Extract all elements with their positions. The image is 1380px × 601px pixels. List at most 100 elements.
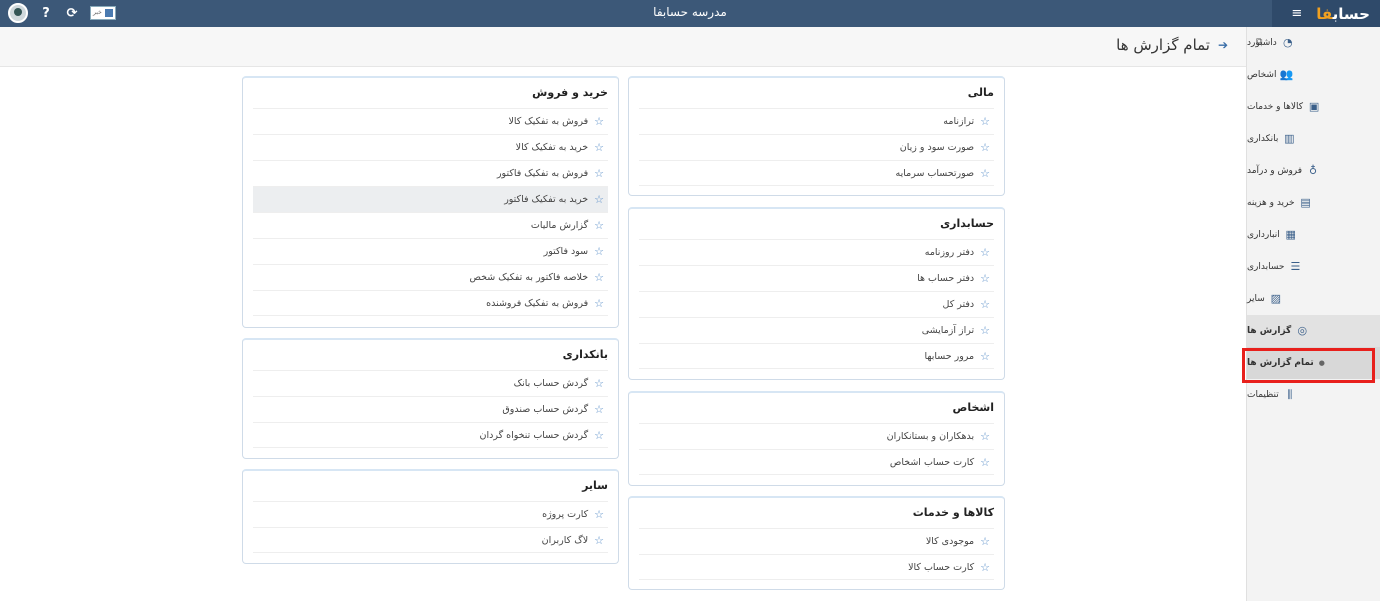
report-link[interactable]: ☆ کارت حساب کالا (639, 554, 994, 580)
report-link[interactable]: ☆ فروش به تفکیک فروشنده (253, 290, 608, 316)
sidebar-item-reports[interactable]: ◎ گزارش ها (1247, 315, 1380, 347)
report-link-label: خلاصه فاکتور به تفکیک شخص (469, 272, 589, 283)
back-arrow-icon[interactable]: ➔ (1218, 38, 1228, 52)
star-favorite-icon[interactable]: ☆ (594, 167, 604, 180)
star-favorite-icon[interactable]: ☆ (594, 271, 604, 284)
news-label: خبر (93, 9, 102, 16)
star-favorite-icon[interactable]: ☆ (980, 535, 990, 548)
star-favorite-icon[interactable]: ☆ (594, 115, 604, 128)
report-link[interactable]: ☆ گزارش مالیات (253, 212, 608, 238)
star-favorite-icon[interactable]: ☆ (980, 115, 990, 128)
sidebar-item-settings[interactable]: ⫼ تنظیمات (1247, 379, 1380, 411)
avatar[interactable] (8, 3, 28, 23)
report-link-label: بدهکاران و بستانکاران (886, 431, 975, 442)
report-link[interactable]: ☆ سود فاکتور (253, 238, 608, 264)
report-link[interactable]: ☆ مرور حسابها (639, 343, 994, 369)
news-badge[interactable]: خبر (90, 6, 116, 20)
star-favorite-icon[interactable]: ☆ (980, 298, 990, 311)
sidebar-item-dashboard[interactable]: ◔ داشبورد (1247, 27, 1380, 59)
sidebar-item-other[interactable]: ▨ سایر (1247, 283, 1380, 315)
pin-sidebar-icon[interactable]: ⧉ (1256, 37, 1262, 47)
report-link-label: فروش به تفکیک کالا (508, 116, 589, 127)
star-favorite-icon[interactable]: ☆ (594, 245, 604, 258)
star-favorite-icon[interactable]: ☆ (980, 272, 990, 285)
report-link[interactable]: ☆ صورتحساب سرمایه (639, 160, 994, 186)
report-link-label: کارت پروژه (542, 509, 589, 520)
report-link[interactable]: ☆ فروش به تفکیک فاکتور (253, 160, 608, 186)
star-favorite-icon[interactable]: ☆ (980, 430, 990, 443)
sidebar-item-label: حسابداری (1247, 262, 1285, 272)
ledger-icon: ☰ (1290, 260, 1301, 273)
sidebar-item-accounting[interactable]: ☰ حسابداری (1247, 251, 1380, 283)
report-link-label: گردش حساب تنخواه گردان (479, 429, 589, 441)
other-icon: ▨ (1270, 292, 1281, 305)
card-title: سایر (582, 479, 608, 492)
highlight-box (1242, 348, 1375, 383)
card-title: خرید و فروش (532, 86, 608, 99)
star-favorite-icon[interactable]: ☆ (980, 167, 990, 180)
star-favorite-icon[interactable]: ☆ (594, 377, 604, 390)
report-link[interactable]: ☆ خرید به تفکیک کالا (253, 134, 608, 160)
sidebar-item-label: انبارداری (1247, 230, 1280, 240)
refresh-icon[interactable]: ⟳ (64, 6, 80, 21)
star-favorite-icon[interactable]: ☆ (594, 141, 604, 154)
sidebar-item-goods[interactable]: ▣ کالاها و خدمات (1247, 91, 1380, 123)
report-link[interactable]: ☆ صورت سود و زیان (639, 134, 994, 160)
report-link[interactable]: ☆ گردش حساب بانک (253, 370, 608, 396)
star-favorite-icon[interactable]: ☆ (594, 429, 604, 442)
report-link-label: سود فاکتور (543, 246, 589, 257)
report-link[interactable]: ☆ تراز آزمایشی (639, 317, 994, 343)
star-favorite-icon[interactable]: ☆ (980, 561, 990, 574)
hamburger-icon[interactable]: ≡ (1291, 6, 1302, 21)
star-favorite-icon[interactable]: ☆ (594, 403, 604, 416)
page-title: تمام گزارش ها (1116, 36, 1210, 54)
report-list: ☆ دفتر روزنامه ☆ دفتر حساب ها ☆ دفتر کل ☆ تراز … (639, 239, 994, 369)
star-favorite-icon[interactable]: ☆ (980, 141, 990, 154)
star-favorite-icon[interactable]: ☆ (980, 350, 990, 363)
card-title: مالی (967, 86, 994, 99)
card-accounting: حسابداری ☆ دفتر روزنامه ☆ دفتر حساب ها ☆ دفتر… (628, 207, 1005, 380)
report-link-label: گردش حساب صندوق (502, 404, 589, 415)
report-link[interactable]: ☆ خلاصه فاکتور به تفکیک شخص (253, 264, 608, 290)
report-link[interactable]: ☆ لاگ کاربران (253, 527, 608, 553)
help-icon[interactable]: ? (38, 6, 54, 21)
star-favorite-icon[interactable]: ☆ (594, 534, 604, 547)
card-title: اشخاص (952, 401, 994, 414)
brand-accent: فا (1316, 4, 1333, 23)
report-link[interactable]: ☆ کارت حساب اشخاص (639, 449, 994, 475)
report-link[interactable]: ☆ گردش حساب صندوق (253, 396, 608, 422)
star-favorite-icon[interactable]: ☆ (980, 246, 990, 259)
report-link[interactable]: ☆ دفتر کل (639, 291, 994, 317)
report-link[interactable]: ☆ کارت پروژه (253, 501, 608, 527)
report-link[interactable]: ☆ موجودی کالا (639, 528, 994, 554)
brand-logo[interactable]: حسابفا (1316, 5, 1370, 23)
sidebar-item-warehouse[interactable]: ▦ انبارداری (1247, 219, 1380, 251)
star-favorite-icon[interactable]: ☆ (594, 297, 604, 310)
report-link-label: گزارش مالیات (530, 220, 589, 231)
settings-icon: ⫼ (1287, 388, 1293, 401)
card-buy-sell: خرید و فروش ☆ فروش به تفکیک کالا ☆ خرید به … (242, 76, 619, 328)
report-link[interactable]: ☆ بدهکاران و بستانکاران (639, 423, 994, 449)
card-title: بانکداری (562, 348, 608, 361)
star-favorite-icon[interactable]: ☆ (594, 508, 604, 521)
report-link-label: صورت سود و زیان (899, 142, 975, 153)
report-link[interactable]: ☆ گردش حساب تنخواه گردان (253, 422, 608, 448)
top-bar: مدرسه حسابفا ? ⟳ خبر ≡ حسابفا (0, 0, 1380, 27)
report-list: ☆ بدهکاران و بستانکاران ☆ کارت حساب اشخاص (639, 423, 994, 475)
star-favorite-icon[interactable]: ☆ (980, 324, 990, 337)
star-favorite-icon[interactable]: ☆ (980, 456, 990, 469)
sidebar-item-purchases[interactable]: ▤ خرید و هزینه (1247, 187, 1380, 219)
star-favorite-icon[interactable]: ☆ (594, 219, 604, 232)
sidebar-item-persons[interactable]: 👥 اشخاص (1247, 59, 1380, 91)
report-link[interactable]: ☆ ترازنامه (639, 108, 994, 134)
report-link-label: فروش به تفکیک فروشنده (486, 297, 589, 309)
report-link-label: دفتر حساب ها (917, 273, 975, 284)
sidebar-item-label: بانکداری (1247, 134, 1279, 144)
report-link[interactable]: ☆ فروش به تفکیک کالا (253, 108, 608, 134)
sidebar-item-banking[interactable]: ▥ بانکداری (1247, 123, 1380, 155)
sidebar-item-sales[interactable]: ♁ فروش و درآمد (1247, 155, 1380, 187)
report-link[interactable]: ☆ دفتر روزنامه (639, 239, 994, 265)
report-link[interactable]: ☆ خرید به تفکیک فاکتور (253, 186, 608, 212)
star-favorite-icon[interactable]: ☆ (594, 193, 604, 206)
report-link[interactable]: ☆ دفتر حساب ها (639, 265, 994, 291)
